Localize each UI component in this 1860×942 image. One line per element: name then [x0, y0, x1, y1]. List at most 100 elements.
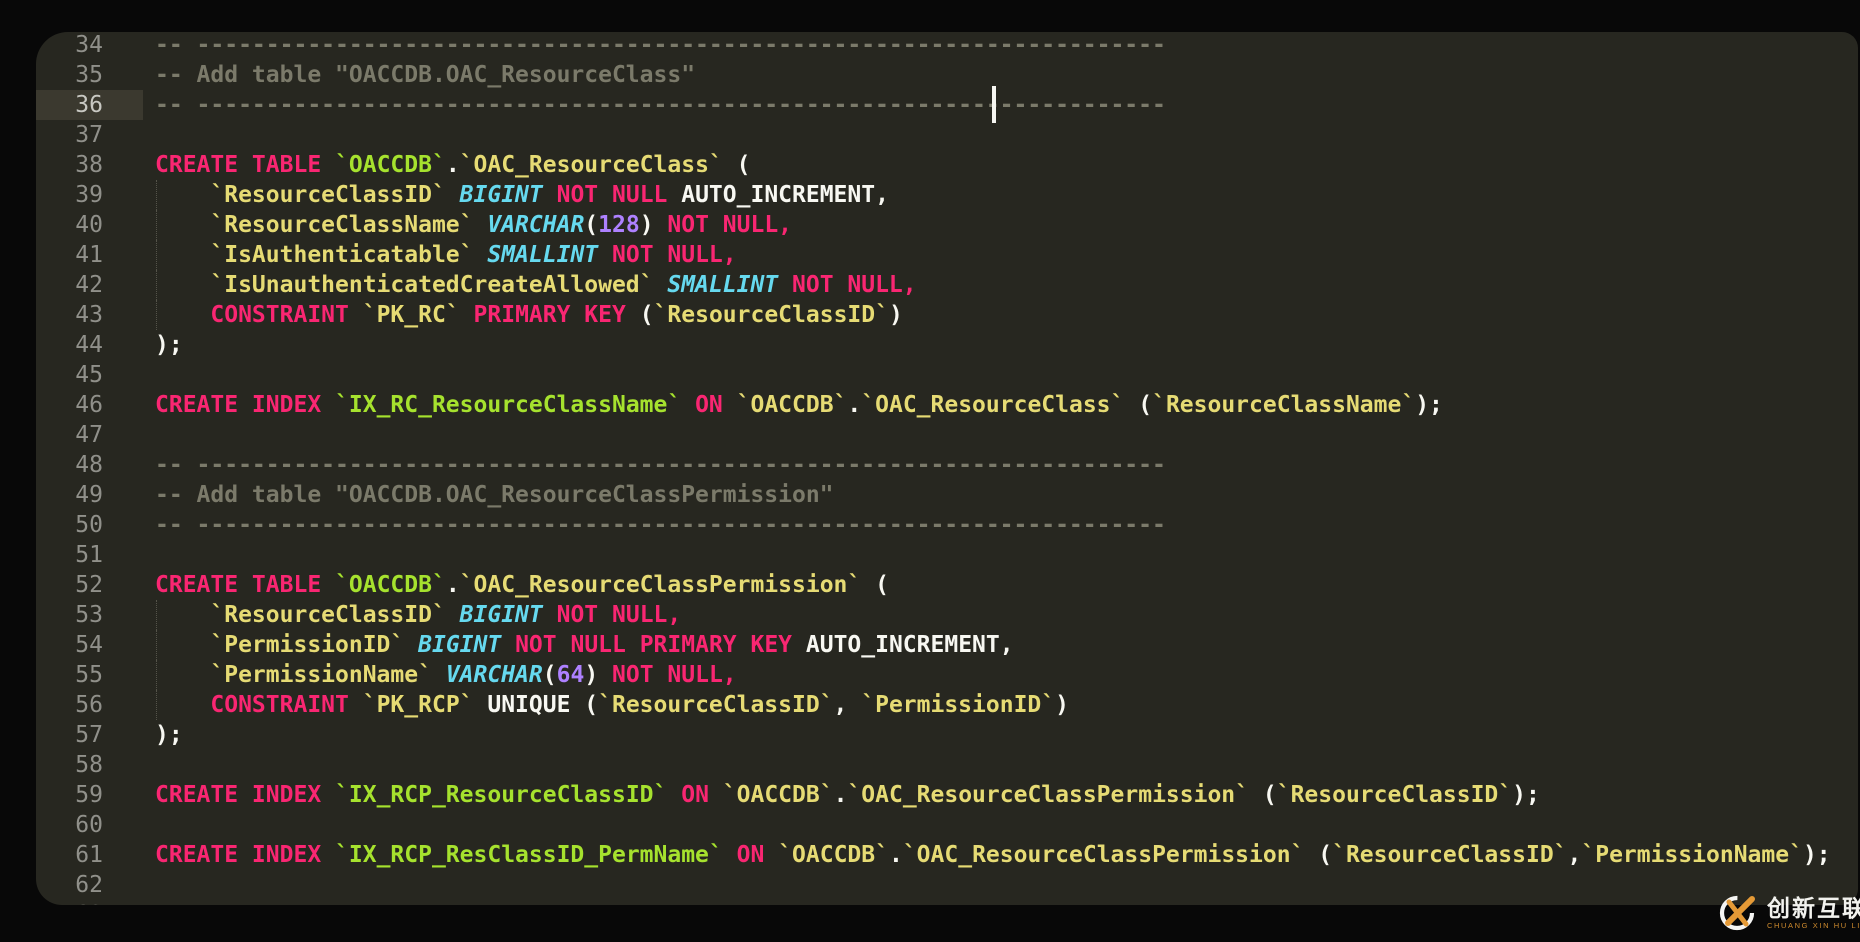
code-text: -- Add table "OACCDB.OAC_ResourceClass" [143, 60, 1858, 90]
token-fg: . [889, 842, 903, 868]
line-number[interactable]: 51 [36, 540, 143, 570]
line-number[interactable]: 47 [36, 420, 143, 450]
code-line[interactable]: 57); [36, 720, 1858, 750]
watermark-brand: 创新互联 CHUANG XIN HU LIAN [1716, 889, 1860, 937]
token-fg: , [1568, 842, 1582, 868]
token-typ: SMALLINT [667, 272, 778, 298]
token-fg: . [446, 572, 460, 598]
code-lines: 34-- -----------------------------------… [36, 32, 1858, 905]
code-line[interactable]: 36-- -----------------------------------… [36, 90, 1858, 120]
line-number[interactable]: 34 [36, 32, 143, 60]
line-number[interactable]: 39 [36, 180, 143, 210]
code-text [143, 750, 1858, 780]
code-line[interactable]: 41 `IsAuthenticatable` SMALLINT NOT NULL… [36, 240, 1858, 270]
code-line[interactable]: 49-- Add table "OACCDB.OAC_ResourceClass… [36, 480, 1858, 510]
code-text [143, 540, 1858, 570]
token-ent: `OACCDB` [335, 572, 446, 598]
token-str: `PermissionID` [861, 692, 1055, 718]
code-line[interactable]: 44); [36, 330, 1858, 360]
token-fg [681, 392, 695, 418]
code-line[interactable]: 40 `ResourceClassName` VARCHAR(128) NOT … [36, 210, 1858, 240]
code-line[interactable]: 52CREATE TABLE `OACCDB`.`OAC_ResourceCla… [36, 570, 1858, 600]
line-number[interactable]: 60 [36, 810, 143, 840]
code-line[interactable]: 50-- -----------------------------------… [36, 510, 1858, 540]
line-number[interactable]: 45 [36, 360, 143, 390]
line-number[interactable]: 38 [36, 150, 143, 180]
line-number[interactable]: 46 [36, 390, 143, 420]
token-fg: ( [861, 572, 889, 598]
code-line[interactable]: 48-- -----------------------------------… [36, 450, 1858, 480]
code-line[interactable]: 53 `ResourceClassID` BIGINT NOT NULL, [36, 600, 1858, 630]
line-number[interactable]: 55 [36, 660, 143, 690]
token-kw: NOT NULL [557, 182, 668, 208]
code-line[interactable]: 35 -- Add table "OACCDB.OAC_ResourceClass… [36, 60, 1858, 90]
line-number[interactable]: 40 [36, 210, 143, 240]
token-fg [155, 602, 210, 628]
line-number[interactable]: 43 [36, 300, 143, 330]
code-line[interactable]: 45 [36, 360, 1858, 390]
token-fg [474, 242, 488, 268]
code-line[interactable]: 59CREATE INDEX `IX_RCP_ResourceClassID` … [36, 780, 1858, 810]
code-line[interactable]: 34-- -----------------------------------… [36, 32, 1858, 60]
token-fg [501, 632, 515, 658]
token-ent: `IX_RCP_ResClassID_PermName` [335, 842, 723, 868]
line-number[interactable]: 58 [36, 750, 143, 780]
token-typ: BIGINT [418, 632, 501, 658]
code-line[interactable]: 37 [36, 120, 1858, 150]
code-line[interactable]: 56 CONSTRAINT `PK_RCP` UNIQUE (`Resource… [36, 690, 1858, 720]
token-kw: CONSTRAINT [210, 692, 348, 718]
token-fg: ( [1249, 782, 1277, 808]
code-text: CONSTRAINT `PK_RC` PRIMARY KEY (`Resourc… [143, 300, 1858, 330]
line-number[interactable]: 37 [36, 120, 143, 150]
code-text [143, 420, 1858, 450]
token-ent: `IX_RCP_ResourceClassID` [335, 782, 667, 808]
token-typ: VARCHAR [446, 662, 543, 688]
active-line-number[interactable]: 36 [36, 90, 143, 120]
text-cursor [992, 86, 996, 123]
code-line[interactable]: 43 CONSTRAINT `PK_RC` PRIMARY KEY (`Reso… [36, 300, 1858, 330]
line-number[interactable]: 57 [36, 720, 143, 750]
line-number[interactable]: 35 [36, 60, 143, 90]
code-line[interactable]: 42 `IsUnauthenticatedCreateAllowed` SMAL… [36, 270, 1858, 300]
line-number[interactable]: 59 [36, 780, 143, 810]
code-text: ); [143, 330, 1858, 360]
code-line[interactable]: 58 [36, 750, 1858, 780]
token-fg [446, 602, 460, 628]
token-com: -- Add table "OACCDB.OAC_ResourceClass" [155, 62, 695, 88]
line-number[interactable]: 49 [36, 480, 143, 510]
line-number[interactable]: 50 [36, 510, 143, 540]
code-line[interactable]: 61CREATE INDEX `IX_RCP_ResClassID_PermNa… [36, 840, 1858, 870]
line-number[interactable]: 53 [36, 600, 143, 630]
code-line[interactable]: 51 [36, 540, 1858, 570]
line-number[interactable]: 56 [36, 690, 143, 720]
token-str: `OAC_ResourceClassPermission` [847, 782, 1249, 808]
code-line[interactable]: 55 `PermissionName` VARCHAR(64) NOT NULL… [36, 660, 1858, 690]
token-fg: ( [1124, 392, 1152, 418]
code-line[interactable]: 47 [36, 420, 1858, 450]
line-number[interactable]: 44 [36, 330, 143, 360]
line-number[interactable]: 48 [36, 450, 143, 480]
token-fg: ( [626, 302, 654, 328]
token-fg: ); [1415, 392, 1443, 418]
code-line[interactable]: 46CREATE INDEX `IX_RC_ResourceClassName`… [36, 390, 1858, 420]
line-number[interactable]: 54 [36, 630, 143, 660]
code-line[interactable]: 54 `PermissionID` BIGINT NOT NULL PRIMAR… [36, 630, 1858, 660]
code-line[interactable]: 60 [36, 810, 1858, 840]
line-number[interactable]: 61 [36, 840, 143, 870]
code-line[interactable]: 39 `ResourceClassID` BIGINT NOT NULL AUT… [36, 180, 1858, 210]
code-line[interactable]: 38CREATE TABLE `OACCDB`.`OAC_ResourceCla… [36, 150, 1858, 180]
code-text [143, 360, 1858, 390]
token-fg: . [847, 392, 861, 418]
line-number[interactable]: 63 [36, 900, 143, 905]
code-line[interactable]: 62 [36, 870, 1858, 900]
line-number[interactable]: 52 [36, 570, 143, 600]
code-line[interactable]: 63 [36, 900, 1858, 905]
token-ent: `IX_RC_ResourceClassName` [335, 392, 681, 418]
line-number[interactable]: 42 [36, 270, 143, 300]
token-kw: ON [737, 842, 765, 868]
token-fg [474, 212, 488, 238]
token-kw: NOT NULL, [667, 212, 792, 238]
line-number[interactable]: 62 [36, 870, 143, 900]
token-fg: ( [723, 152, 751, 178]
line-number[interactable]: 41 [36, 240, 143, 270]
